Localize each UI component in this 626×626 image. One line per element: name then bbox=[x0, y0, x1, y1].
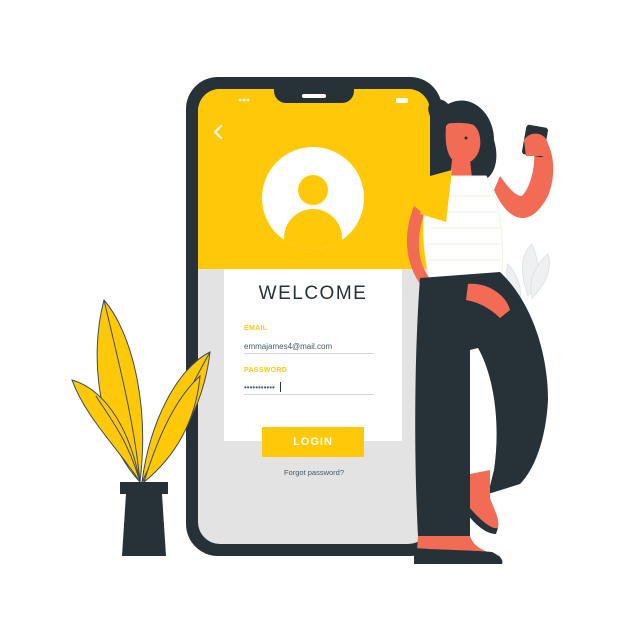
foreground-illustration bbox=[71, 99, 554, 564]
plant-leaves bbox=[71, 298, 211, 484]
potted-plant bbox=[71, 298, 211, 556]
login-illustration: WELCOME EMAIL PASSWORD LOGIN Forgot pass… bbox=[0, 0, 626, 626]
woman-figure bbox=[406, 99, 554, 564]
plant-pot bbox=[120, 482, 168, 556]
